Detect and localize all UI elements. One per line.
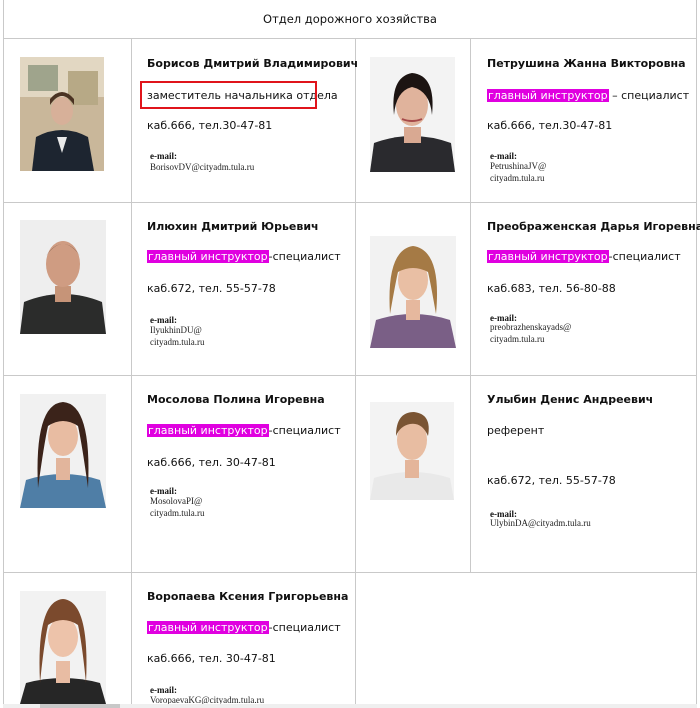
staff-name: Илюхин Дмитрий Юрьевич <box>147 220 319 233</box>
staff-position: главный инструктор-специалист <box>147 250 341 263</box>
staff-room-phone: каб.683, тел. 56-80-88 <box>487 282 616 295</box>
position-highlight: главный инструктор <box>487 89 609 102</box>
staff-position: референт <box>487 424 544 437</box>
position-text: -специалист <box>268 621 341 634</box>
staff-position: главный инструктор – специалист <box>487 89 689 102</box>
table-frame <box>3 0 697 706</box>
staff-room-phone: каб.666, тел.30-47-81 <box>147 119 273 132</box>
grid-line <box>131 39 132 572</box>
staff-room-phone: каб.666, тел. 30-47-81 <box>147 456 276 469</box>
position-text: референт <box>487 424 545 437</box>
grid-line <box>3 375 697 376</box>
email-line: cityadm.tula.ru <box>490 334 545 344</box>
scrollbar-thumb[interactable] <box>40 704 120 708</box>
email-line: cityadm.tula.ru <box>490 173 545 183</box>
position-text: -специалист <box>268 424 341 437</box>
staff-name: Петрушина Жанна Викторовна <box>487 57 686 70</box>
position-text: -специалист <box>268 250 341 263</box>
department-title: Отдел дорожного хозяйства <box>3 0 697 39</box>
staff-page: Отдел дорожного хозяйства Борисов Дмитри… <box>0 0 700 708</box>
position-highlight: главный инструктор <box>147 621 269 634</box>
staff-room-phone: каб.672, тел. 55-57-78 <box>147 282 276 295</box>
position-highlight: главный инструктор <box>147 250 269 263</box>
staff-position: главный инструктор-специалист <box>487 250 681 263</box>
staff-room-phone: каб.666, тел. 30-47-81 <box>147 652 276 665</box>
staff-room-phone: каб.672, тел. 55-57-78 <box>487 474 616 487</box>
annotation-red-box <box>140 81 317 109</box>
email-address[interactable]: UlybinDA@cityadm.tula.ru <box>490 517 591 529</box>
email-label: e-mail: <box>150 151 177 161</box>
staff-name: Мосолова Полина Игоревна <box>147 393 325 406</box>
photo-mosolova <box>20 394 106 508</box>
email-line: cityadm.tula.ru <box>150 337 205 347</box>
email-address[interactable]: MosolovaPI@ cityadm.tula.ru <box>150 495 204 519</box>
photo-voropaeva <box>20 591 106 704</box>
email-line: IlyukhinDU@ <box>150 325 202 335</box>
email-line: PetrushinaJV@ <box>490 161 547 171</box>
position-highlight: главный инструктор <box>487 250 609 263</box>
grid-line <box>131 572 132 706</box>
horizontal-scrollbar[interactable] <box>3 704 697 708</box>
grid-line <box>3 572 697 573</box>
email-line: BorisovDV@cityadm.tula.ru <box>150 162 255 172</box>
photo-ulybin <box>370 402 454 500</box>
photo-ilyukhin <box>20 220 106 334</box>
staff-position: главный инструктор-специалист <box>147 424 341 437</box>
email-address[interactable]: BorisovDV@cityadm.tula.ru <box>150 161 254 173</box>
staff-name: Преображенская Дарья Игоревна <box>487 220 700 233</box>
email-line: preobrazhenskayads@ <box>490 322 572 332</box>
grid-line <box>3 202 697 203</box>
position-highlight: главный инструктор <box>147 424 269 437</box>
staff-name: Воропаева Ксения Григорьевна <box>147 590 349 603</box>
position-text: -специалист <box>608 250 681 263</box>
grid-line <box>355 39 356 706</box>
photo-petrushina <box>370 57 455 172</box>
grid-line <box>470 39 471 572</box>
photo-borisov <box>20 57 104 171</box>
staff-name: Борисов Дмитрий Владимирович <box>147 57 359 70</box>
staff-room-phone: каб.666, тел.30-47-81 <box>487 119 613 132</box>
staff-position: главный инструктор-специалист <box>147 621 341 634</box>
email-line: MosolovaPI@ <box>150 496 203 506</box>
email-address[interactable]: IlyukhinDU@ cityadm.tula.ru <box>150 324 204 348</box>
email-line: UlybinDA@cityadm.tula.ru <box>490 518 591 528</box>
email-address[interactable]: PetrushinaJV@ cityadm.tula.ru <box>490 160 546 184</box>
email-line: cityadm.tula.ru <box>150 508 205 518</box>
email-address[interactable]: preobrazhenskayads@ cityadm.tula.ru <box>490 321 571 345</box>
photo-preobrazhenskaya <box>370 236 456 348</box>
position-text: – специалист <box>608 89 690 102</box>
staff-name: Улыбин Денис Андреевич <box>487 393 654 406</box>
